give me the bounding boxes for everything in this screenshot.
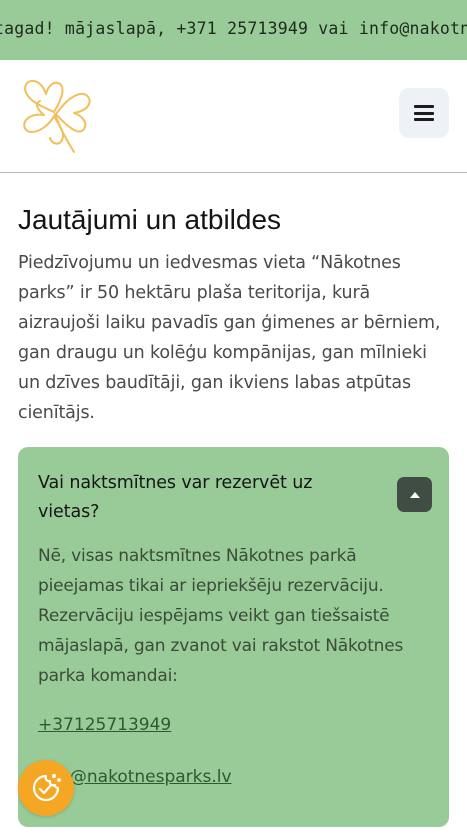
site-header xyxy=(0,60,467,173)
clover-logo-icon[interactable] xyxy=(16,74,96,156)
hamburger-menu-icon xyxy=(414,105,434,121)
faq-toggle-button[interactable] xyxy=(397,477,432,512)
cookie-consent-button[interactable] xyxy=(18,760,74,816)
intro-paragraph: Piedzīvojumu un iedvesmas vieta “Nākotne… xyxy=(18,253,441,423)
page-title: Jautājumi un atbildes xyxy=(18,204,282,235)
menu-button[interactable] xyxy=(399,88,449,138)
caret-up-icon xyxy=(409,491,420,498)
announcement-bar: tagad! mājaslapā, +371 25713949 vai info… xyxy=(0,0,467,60)
announcement-text: tagad! mājaslapā, +371 25713949 vai info… xyxy=(0,19,467,38)
cookie-consent-icon xyxy=(32,773,61,802)
faq-item: Vai naktsmītnes var rezervēt uz vietas? … xyxy=(18,447,449,827)
faq-question[interactable]: Vai naktsmītnes var rezervēt uz vietas? xyxy=(38,469,368,527)
faq-answer: Nē, visas naktsmītnes Nākotnes parkā pie… xyxy=(38,546,404,686)
phone-link[interactable]: +37125713949 xyxy=(38,715,171,735)
